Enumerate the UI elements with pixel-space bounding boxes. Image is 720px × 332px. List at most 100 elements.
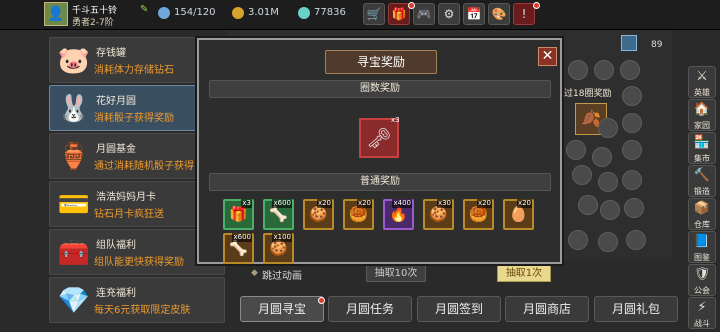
right-nav-label: 仓库 — [694, 220, 710, 229]
menu-item-desc: 消耗体力存储钻石 — [94, 65, 174, 76]
biscuit-icon[interactable]: 🍪 x20 — [303, 199, 334, 230]
reward-qty: x600 — [272, 199, 292, 208]
gem-icon — [298, 7, 310, 19]
right-nav-item[interactable]: 🏠 家园 — [688, 99, 716, 131]
menu-item-6[interactable]: 💎 连充福利 每天6元获取限定皮肤 — [49, 277, 225, 323]
board-tile — [566, 140, 586, 160]
moon-rabbit-icon: 🐰 — [57, 94, 91, 124]
right-nav-item[interactable]: 📘 图鉴 — [688, 231, 716, 263]
tab-1[interactable]: 月圆寻宝 — [240, 296, 324, 322]
dice-count: 89 — [651, 40, 663, 50]
tab-2[interactable]: 月圆任务 — [328, 296, 412, 322]
reward-qty: x3 — [241, 199, 252, 208]
tab-5[interactable]: 月圆礼包 — [594, 296, 678, 322]
reward-qty: x20 — [516, 199, 532, 208]
modal-title-plate: 寻宝奖励 — [325, 50, 437, 74]
right-nav-item[interactable]: ⚡ 战斗 — [688, 297, 716, 329]
right-nav-icon: 📦 — [693, 201, 711, 216]
menu-item-title: 连充福利 — [96, 288, 136, 299]
section-normal-rewards: 普通奖励 — [209, 173, 551, 191]
close-button[interactable]: ✕ — [538, 47, 557, 66]
reward-qty: x100 — [272, 233, 292, 242]
shop-icon[interactable]: 🛒 — [363, 3, 385, 25]
gift-icon[interactable]: 🎁 — [388, 3, 410, 25]
edit-icon[interactable]: ✎ — [140, 4, 148, 15]
alert-dot — [408, 2, 415, 9]
tab-4[interactable]: 月圆商店 — [505, 296, 589, 322]
dice-icon — [621, 35, 637, 51]
skip-animation-label[interactable]: 跳过动画 — [262, 267, 302, 282]
board-tile — [622, 113, 642, 133]
right-nav-item[interactable]: 🛡 公会 — [688, 264, 716, 296]
keys-icon[interactable]: 🗝 — [359, 118, 399, 158]
board-tile — [598, 172, 618, 192]
draw-10-button[interactable]: 抽取10次 — [366, 265, 426, 282]
board-tile — [622, 170, 642, 190]
menu-item-title: 花好月圆 — [96, 96, 136, 107]
reward-qty: x600 — [232, 233, 252, 242]
right-nav-icon: 🏪 — [693, 135, 711, 150]
menu-item-desc: 钻石月卡疯狂送 — [94, 209, 164, 220]
bone2-icon[interactable]: 🦴 x600 — [223, 233, 254, 264]
modal-title: 寻宝奖励 — [356, 55, 405, 69]
right-nav-item[interactable]: ⚔ 英雄 — [688, 66, 716, 98]
keys-qty: x3 — [391, 116, 400, 124]
gold-value: 3.01M — [248, 7, 279, 18]
right-nav-label: 锻造 — [694, 187, 710, 196]
menu-item-desc: 组队能更快获得奖励 — [94, 257, 184, 268]
piggy-bank-icon: 🐷 — [57, 46, 91, 76]
menu-item-title: 月圆基金 — [96, 144, 136, 155]
palette-icon[interactable]: 🎨 — [488, 3, 510, 25]
reward-qty: x30 — [436, 199, 452, 208]
right-nav-item[interactable]: 📦 仓库 — [688, 198, 716, 230]
mooncake-icon[interactable]: 🥮 x20 — [343, 199, 374, 230]
draw-1-button[interactable]: 抽取1次 — [497, 265, 551, 282]
board-tile — [592, 147, 612, 167]
chest-icon[interactable]: 🎁 x3 — [223, 199, 254, 230]
right-nav-icon: 📘 — [693, 234, 711, 249]
pastry-icon[interactable]: 🍪 x100 — [263, 233, 294, 264]
board-tile — [578, 195, 598, 215]
menu-item-desc: 每天6元获取限定皮肤 — [94, 305, 191, 316]
fund-pot-icon: 🏺 — [57, 142, 91, 172]
player-avatar[interactable]: 👤 — [44, 2, 68, 26]
right-nav-label: 战斗 — [694, 319, 710, 328]
skip-checkbox-icon[interactable]: ◆ — [251, 268, 258, 278]
board-tile — [622, 140, 642, 160]
right-nav-icon: 🏠 — [693, 102, 711, 117]
gear-icon[interactable]: ⚙ — [438, 3, 460, 25]
board-tile — [600, 200, 620, 220]
right-nav-icon: ⚔ — [696, 69, 708, 84]
menu-item-desc: 消耗骰子获得奖励 — [94, 113, 174, 124]
notice-icon[interactable]: ! — [513, 3, 535, 25]
team-chest-icon: 🧰 — [57, 238, 91, 268]
right-nav-icon: 🔨 — [693, 168, 711, 183]
golden-egg-icon[interactable]: 🥚 x20 — [503, 199, 534, 230]
right-nav-icon: 🛡 — [693, 267, 711, 282]
right-nav-item[interactable]: 🏪 集市 — [688, 132, 716, 164]
board-tile — [568, 60, 588, 80]
menu-item-desc: 通过消耗随机骰子获得 — [94, 161, 194, 172]
reward-qty: x400 — [392, 199, 412, 208]
menu-item-title: 组队福利 — [96, 240, 136, 251]
reward-qty: x20 — [316, 199, 332, 208]
gold-coin-icon — [232, 7, 244, 19]
right-nav-item[interactable]: 🔨 锻造 — [688, 165, 716, 197]
board-tile — [598, 118, 618, 138]
gamepad-icon[interactable]: 🎮 — [413, 3, 435, 25]
menu-item-title: 存钱罐 — [96, 48, 126, 59]
top-status-bar: 👤 千斗五十铃 勇者2-7阶 ✎ 154/120 3.01M 77836 🛒 🎁… — [0, 0, 720, 30]
gem-value: 77836 — [314, 7, 346, 18]
mooncake2-icon[interactable]: 🥮 x20 — [463, 199, 494, 230]
energy-value: 154/120 — [174, 7, 216, 18]
tab-3[interactable]: 月圆签到 — [417, 296, 501, 322]
board-tile — [622, 86, 642, 106]
calendar-icon[interactable]: 📅 — [463, 3, 485, 25]
bone-icon[interactable]: 🦴 x600 — [263, 199, 294, 230]
energy-icon — [158, 7, 170, 19]
close-icon: ✕ — [541, 48, 554, 64]
board-tile — [594, 60, 614, 80]
cookie-icon[interactable]: 🍪 x30 — [423, 199, 454, 230]
right-nav-icon: ⚡ — [697, 300, 707, 315]
fire-ring-icon[interactable]: 🔥 x400 — [383, 199, 414, 230]
